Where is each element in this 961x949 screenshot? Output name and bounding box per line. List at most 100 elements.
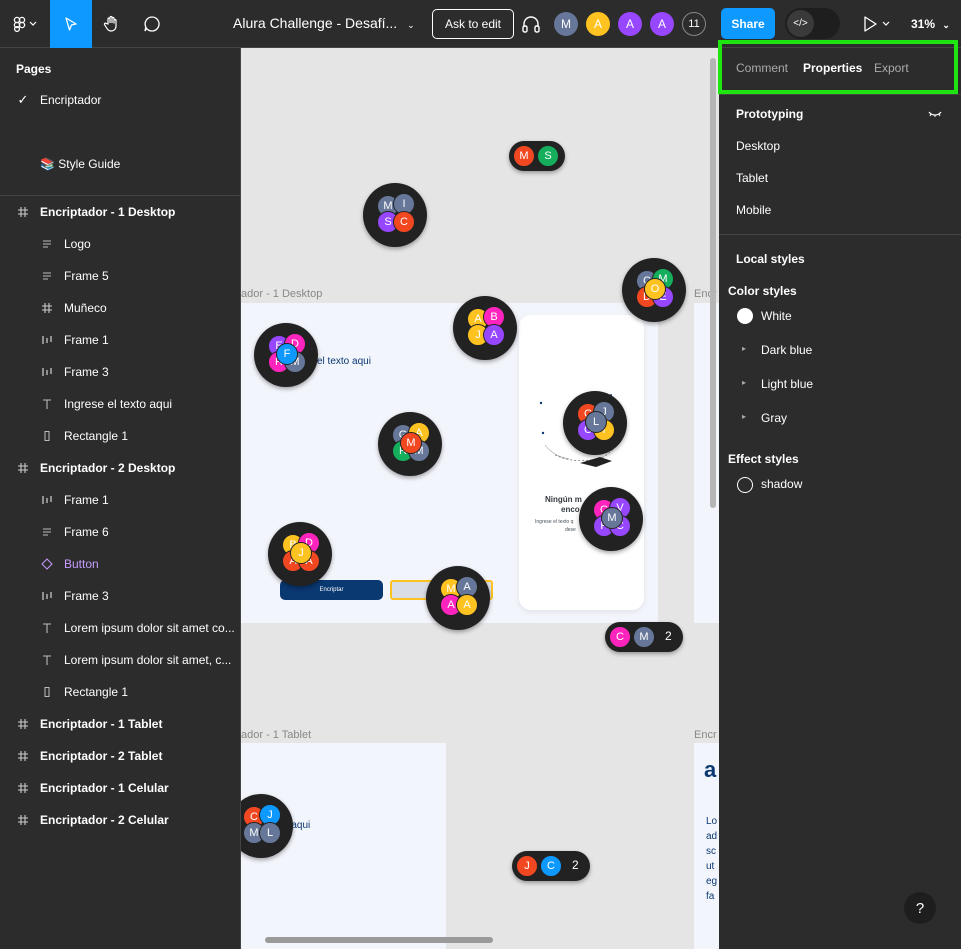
- panel-tabs: Comment Properties Export: [718, 40, 961, 94]
- dev-mode-toggle[interactable]: </>: [785, 8, 840, 39]
- collaborator-avatar[interactable]: M: [554, 12, 578, 36]
- columns-icon: [40, 493, 54, 507]
- layer-item[interactable]: Encriptador - 2 Tablet: [0, 740, 240, 772]
- collaborator-avatar: C: [393, 211, 415, 233]
- ask-to-edit-button[interactable]: Ask to edit: [432, 9, 514, 39]
- collaborator-cursor-cluster[interactable]: EDRMF: [254, 323, 318, 387]
- page-item-style-guide[interactable]: 📚 Style Guide: [0, 148, 240, 180]
- rectangle-icon: [40, 685, 54, 699]
- tab-comment[interactable]: Comment: [736, 61, 788, 75]
- color-style-dark-blue[interactable]: Dark blue: [761, 343, 812, 357]
- lorem-text-column: Lo ad sc ut eg fa: [706, 814, 717, 904]
- hand-tool-button[interactable]: [92, 0, 132, 48]
- present-button[interactable]: [862, 14, 894, 34]
- layer-item[interactable]: Muñeco: [0, 292, 240, 324]
- collaborator-cursor-pill[interactable]: JC2: [512, 851, 590, 881]
- frame-encriptador-2-tablet[interactable]: a Lo ad sc ut eg fa: [694, 743, 719, 949]
- collaborator-cursor-cluster[interactable]: MISC: [363, 183, 427, 247]
- layer-item[interactable]: Encriptador - 2 Desktop: [0, 452, 240, 484]
- divider: [719, 234, 961, 235]
- hide-eye-icon[interactable]: [927, 108, 943, 120]
- collaborator-cursor-cluster[interactable]: BDAAJ: [268, 522, 332, 586]
- pages-heading: Pages: [16, 62, 52, 76]
- shadow-effect-icon: [737, 477, 753, 493]
- layer-item[interactable]: Logo: [0, 228, 240, 260]
- file-title[interactable]: Alura Challenge - Desafí... ⌄: [233, 15, 415, 31]
- chevron-down-icon: ⌄: [942, 20, 950, 30]
- collaborator-avatar: S: [537, 145, 559, 167]
- move-tool-button[interactable]: [50, 0, 92, 48]
- layer-label: Frame 5: [64, 269, 109, 283]
- collaborator-cursor-pill[interactable]: MS: [509, 141, 565, 171]
- device-desktop[interactable]: Desktop: [736, 139, 780, 153]
- main-menu-button[interactable]: [0, 0, 48, 48]
- layer-item[interactable]: Button: [0, 548, 240, 580]
- cursor-icon: [65, 17, 77, 31]
- layer-item[interactable]: Frame 5: [0, 260, 240, 292]
- color-style-light-blue[interactable]: Light blue: [761, 377, 813, 391]
- collaborator-cursor-cluster[interactable]: CVPCM: [579, 487, 643, 551]
- layer-item[interactable]: Frame 1: [0, 324, 240, 356]
- collaborator-avatar[interactable]: A: [618, 12, 642, 36]
- page-item-encriptador[interactable]: ✓ Encriptador: [0, 84, 240, 116]
- layer-item[interactable]: Lorem ipsum dolor sit amet, c...: [0, 644, 240, 676]
- layer-item[interactable]: Ingrese el texto aqui: [0, 388, 240, 420]
- collaborator-cursor-cluster[interactable]: CMDEO: [622, 258, 686, 322]
- layer-item[interactable]: Frame 3: [0, 580, 240, 612]
- collaborator-cursor-cluster[interactable]: ABJA: [453, 296, 517, 360]
- color-style-white[interactable]: White: [761, 309, 792, 323]
- tab-export[interactable]: Export: [874, 61, 909, 75]
- layer-label: Rectangle 1: [64, 429, 129, 443]
- vertical-scrollbar[interactable]: [710, 58, 716, 508]
- layer-item[interactable]: Encriptador - 1 Celular: [0, 772, 240, 804]
- layer-item[interactable]: Encriptador - 2 Celular: [0, 804, 240, 836]
- collaborator-avatar[interactable]: A: [650, 12, 674, 36]
- instruction-text: Ingrese el texto q: [535, 519, 574, 525]
- text-icon: [40, 397, 54, 411]
- collaborator-cursor-cluster[interactable]: MAAA: [426, 566, 490, 630]
- expand-caret-icon[interactable]: ▸: [742, 412, 746, 421]
- design-canvas[interactable]: ador - 1 Desktop el texto aqui Encriptar…: [241, 48, 719, 949]
- cursor-count: 2: [572, 858, 579, 872]
- collaborator-cursor-cluster[interactable]: GARMM: [378, 412, 442, 476]
- text-lines-icon: [40, 525, 54, 539]
- frame-label[interactable]: Encr: [694, 729, 717, 741]
- expand-caret-icon[interactable]: ▸: [742, 378, 746, 387]
- collaborator-avatar[interactable]: A: [586, 12, 610, 36]
- zoom-menu[interactable]: 31% ⌄: [911, 17, 950, 31]
- help-button[interactable]: ?: [904, 892, 936, 924]
- collaborator-avatar: L: [259, 822, 281, 844]
- code-icon: </>: [787, 10, 814, 37]
- comment-tool-button[interactable]: [132, 0, 172, 48]
- frame-label[interactable]: ador - 1 Desktop: [241, 288, 322, 300]
- layer-item[interactable]: Rectangle 1: [0, 420, 240, 452]
- device-tablet[interactable]: Tablet: [736, 171, 768, 185]
- component-icon: [40, 557, 54, 571]
- tab-properties[interactable]: Properties: [803, 61, 862, 75]
- audio-chat-button[interactable]: [519, 12, 543, 36]
- layer-label: Frame 3: [64, 589, 109, 603]
- lorem-line: sc: [706, 846, 716, 857]
- layer-item[interactable]: Lorem ipsum dolor sit amet co...: [0, 612, 240, 644]
- share-button[interactable]: Share: [721, 8, 775, 39]
- horizontal-scrollbar[interactable]: [265, 937, 493, 943]
- frame-label[interactable]: ador - 1 Tablet: [241, 729, 311, 741]
- lorem-line: ut: [706, 861, 715, 872]
- hand-icon: [103, 15, 117, 32]
- layer-item[interactable]: Encriptador - 1 Desktop: [0, 196, 240, 228]
- expand-caret-icon[interactable]: ▸: [742, 344, 746, 353]
- more-collaborators-count[interactable]: 11: [682, 12, 706, 36]
- layer-item[interactable]: Rectangle 1: [0, 676, 240, 708]
- color-style-gray[interactable]: Gray: [761, 411, 787, 425]
- layer-item[interactable]: Encriptador - 1 Tablet: [0, 708, 240, 740]
- collaborator-cursor-pill[interactable]: CM2: [605, 622, 683, 652]
- collaborator-cursor-cluster[interactable]: CJCIL: [563, 391, 627, 455]
- layer-item[interactable]: Frame 3: [0, 356, 240, 388]
- layer-item[interactable]: Frame 6: [0, 516, 240, 548]
- layer-label: Encriptador - 2 Tablet: [40, 749, 163, 763]
- layer-label: Frame 1: [64, 493, 109, 507]
- layer-item[interactable]: Frame 1: [0, 484, 240, 516]
- frame-icon: [40, 301, 54, 315]
- device-mobile[interactable]: Mobile: [736, 203, 771, 217]
- effect-style-shadow[interactable]: shadow: [761, 477, 802, 491]
